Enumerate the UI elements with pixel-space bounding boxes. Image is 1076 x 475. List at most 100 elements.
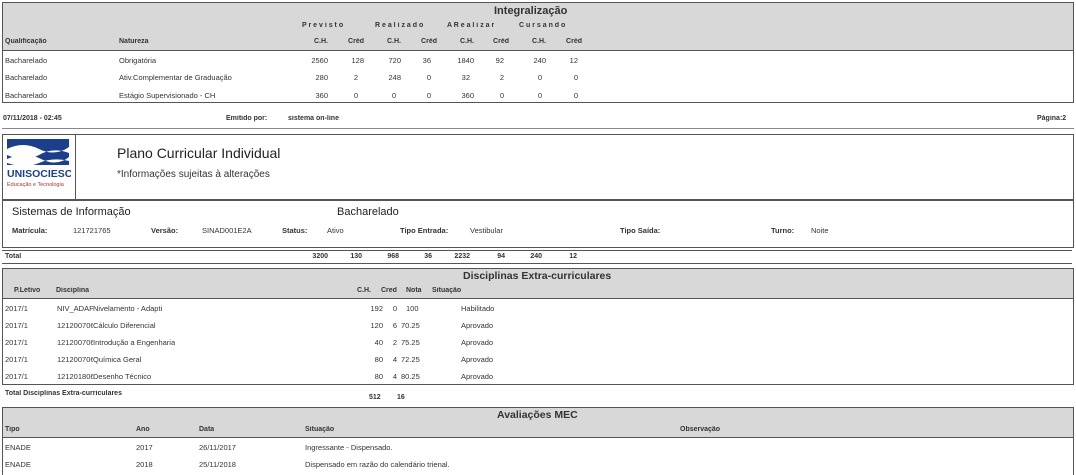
cell-value: 2560 — [311, 56, 328, 65]
saida-label: Tipo Saída: — [620, 226, 661, 235]
report-header — [2, 134, 1074, 200]
cell-cred: 6 — [392, 321, 397, 330]
sub-ch: C.H. — [460, 38, 474, 45]
cell-periodo: 2017/1 — [5, 304, 28, 313]
sub-ch: C.H. — [314, 38, 328, 45]
sub-cred: Créd — [348, 38, 364, 45]
total-value: 36 — [424, 253, 432, 260]
cell-value: 0 — [426, 73, 431, 82]
svg-text:Educação e Tecnologia: Educação e Tecnologia — [7, 182, 65, 188]
cell-disciplina: Química Geral — [93, 355, 142, 364]
page-number: Página:2 — [1037, 115, 1067, 122]
cell-disciplina: Desenho Técnico — [93, 372, 152, 381]
sub-cred: Créd — [493, 38, 509, 45]
cell-value: 0 — [391, 91, 396, 100]
sub-ch: C.H. — [532, 38, 546, 45]
matricula-value: 121721765 — [73, 226, 111, 235]
col-disciplina: Disciplina — [56, 287, 90, 294]
cell-value: 0 — [426, 91, 431, 100]
matricula-label: Matrícula: — [12, 226, 48, 235]
status-label: Status: — [282, 226, 308, 235]
emitido-label: Emitido por: — [226, 115, 268, 122]
cell-periodo: 2017/1 — [5, 321, 28, 330]
cell-ch: 192 — [370, 304, 383, 313]
cell-situacao: Aprovado — [461, 321, 494, 330]
cell-ano: 2017 — [136, 443, 153, 452]
cell-situacao: Dispensado em razão do calendário triena… — [305, 460, 450, 469]
turno-label: Turno: — [771, 226, 795, 235]
group-previsto: P r e v i s t o — [302, 22, 344, 29]
cell-code: 121200706 — [57, 321, 93, 330]
cell-ch: 120 — [370, 321, 383, 330]
cell-situacao: Ingressante - Dispensado. — [305, 443, 393, 452]
cell-qualificacao: Bacharelado — [5, 91, 48, 100]
course-name: Sistemas de Informação — [12, 206, 131, 218]
col-data: Data — [199, 426, 215, 433]
cell-value: 12 — [569, 56, 578, 65]
cell-value: 0 — [537, 73, 542, 82]
total-label: Total — [5, 253, 22, 260]
mec-title: Avaliações MEC — [497, 409, 578, 421]
group-realizado: R e a l i z a d o — [375, 22, 424, 29]
cell-ano: 2018 — [136, 460, 153, 469]
cell-ch: 40 — [374, 338, 383, 347]
emitido-value: sistema on-line — [288, 115, 339, 122]
group-a-realizar: A R e a l i z a r — [447, 22, 495, 29]
cell-natureza: Ativ.Complementar de Graduação — [119, 73, 232, 82]
col-tipo: Tipo — [5, 426, 20, 433]
extra-total-ch: 512 — [369, 394, 381, 401]
col-observacao: Observação — [680, 426, 721, 433]
col-qualificacao: Qualificação — [5, 38, 47, 45]
cell-value: 0 — [537, 91, 542, 100]
cell-periodo: 2017/1 — [5, 372, 28, 381]
cell-nota: 100 — [406, 304, 419, 313]
extra-total-cred: 16 — [397, 394, 405, 401]
cell-code: NIV_ADAP — [57, 304, 93, 313]
cell-natureza: Estágio Supervisionado - CH — [119, 91, 216, 100]
cell-nota: 72.25 — [401, 355, 420, 364]
sub-cred: Créd — [566, 38, 582, 45]
cell-tipo: ENADE — [5, 443, 31, 452]
cell-periodo: 2017/1 — [5, 338, 28, 347]
col-situacao: Situação — [305, 426, 335, 433]
cell-value: 0 — [353, 91, 358, 100]
unisociesc-logo: UNISOCIESC Educação e Tecnologia — [5, 137, 73, 195]
page-title: Plano Curricular Individual — [117, 145, 281, 161]
cell-code: 121200706 — [57, 338, 93, 347]
cell-situacao: Aprovado — [461, 355, 494, 364]
cell-natureza: Obrigatória — [119, 56, 157, 65]
cell-value: 2 — [353, 73, 358, 82]
cell-disciplina: Cálculo Diferencial — [93, 321, 156, 330]
group-cursando: C u r s a n d o — [519, 22, 566, 29]
cell-tipo: ENADE — [5, 460, 31, 469]
total-value: 240 — [530, 253, 542, 260]
cell-value: 92 — [495, 56, 504, 65]
cell-code: 121201806 — [57, 372, 93, 381]
col-situacao: Situação — [432, 287, 462, 294]
col-nota: Nota — [406, 287, 422, 294]
col-ano: Ano — [136, 426, 150, 433]
cell-value: 0 — [499, 91, 504, 100]
cell-cred: 0 — [392, 304, 397, 313]
degree-name: Bacharelado — [337, 206, 399, 218]
total-value: 2232 — [454, 253, 470, 260]
col-periodo: P.Letivo — [14, 287, 41, 294]
cell-qualificacao: Bacharelado — [5, 73, 48, 82]
cell-value: 36 — [422, 56, 431, 65]
total-value: 3200 — [312, 253, 328, 260]
cell-data: 25/11/2018 — [199, 460, 236, 469]
cell-cred: 4 — [392, 355, 397, 364]
sub-cred: Créd — [421, 38, 437, 45]
extra-title: Disciplinas Extra-curriculares — [463, 270, 612, 282]
total-value: 94 — [497, 253, 505, 260]
cell-situacao: Aprovado — [461, 338, 494, 347]
col-natureza: Natureza — [119, 38, 149, 45]
cell-ch: 80 — [374, 355, 383, 364]
cell-nota: 75.25 — [401, 338, 420, 347]
cell-value: 2 — [499, 73, 504, 82]
cell-value: 128 — [351, 56, 364, 65]
page-subtitle: *Informações sujeitas à alterações — [117, 169, 270, 180]
col-ch: C.H. — [357, 287, 371, 294]
versao-value: SINAD001E2A — [202, 226, 252, 235]
cell-value: 0 — [573, 91, 578, 100]
